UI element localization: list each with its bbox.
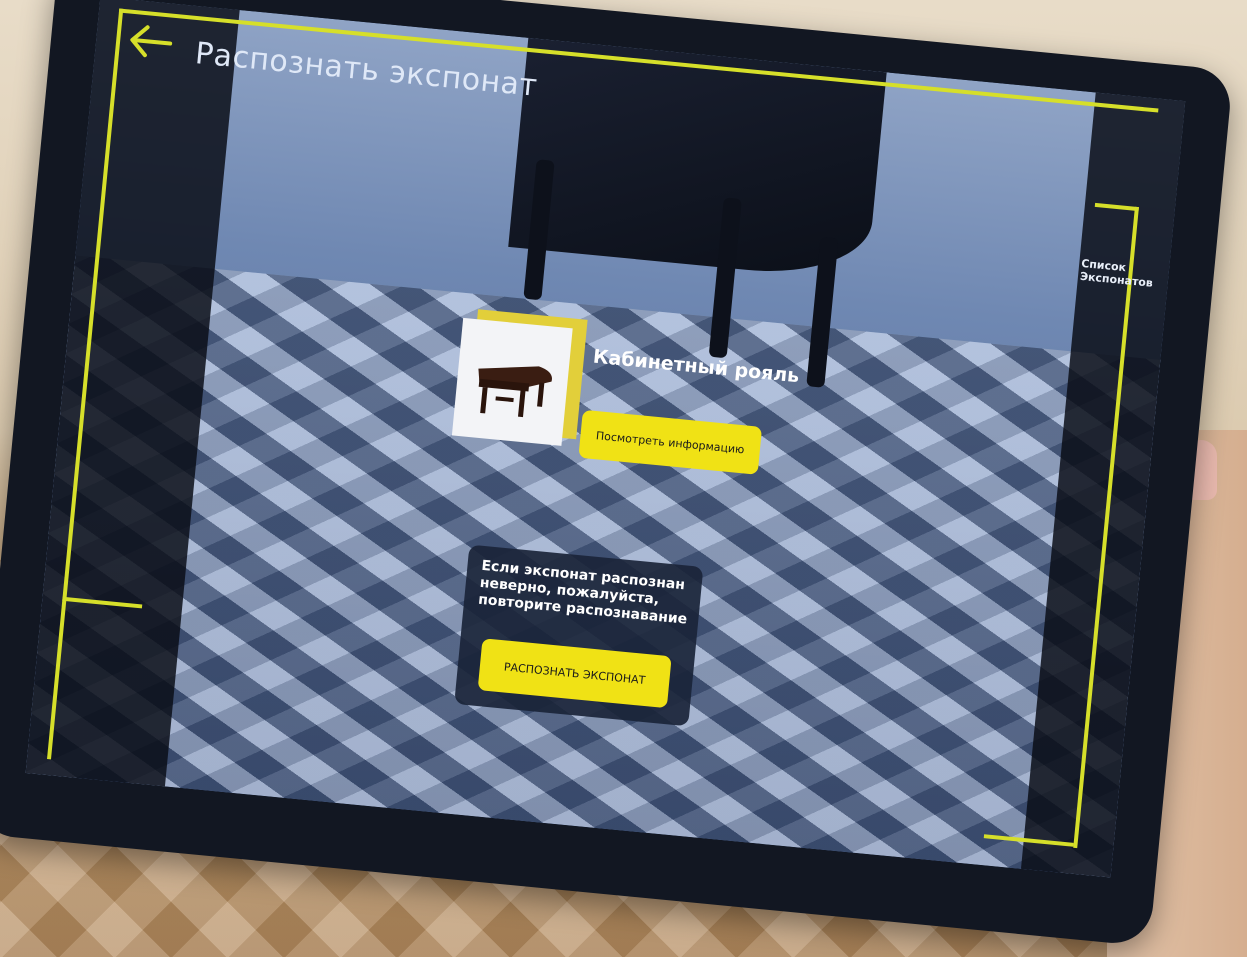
tablet-device: Распознать экспонат Список Экспонатов Ка… — [0, 0, 1234, 947]
exhibit-thumbnail — [451, 309, 588, 449]
tablet-screen: Распознать экспонат Список Экспонатов Ка… — [25, 0, 1186, 878]
arrow-left-icon[interactable] — [124, 19, 178, 64]
hint-text: Если экспонат распознан неверно, пожалуй… — [477, 557, 688, 628]
recognition-hint-panel: Если экспонат распознан неверно, пожалуй… — [454, 544, 704, 727]
grand-piano-image — [451, 317, 573, 446]
recognize-exhibit-button[interactable]: РАСПОЗНАТЬ ЭКСПОНАТ — [477, 638, 672, 709]
